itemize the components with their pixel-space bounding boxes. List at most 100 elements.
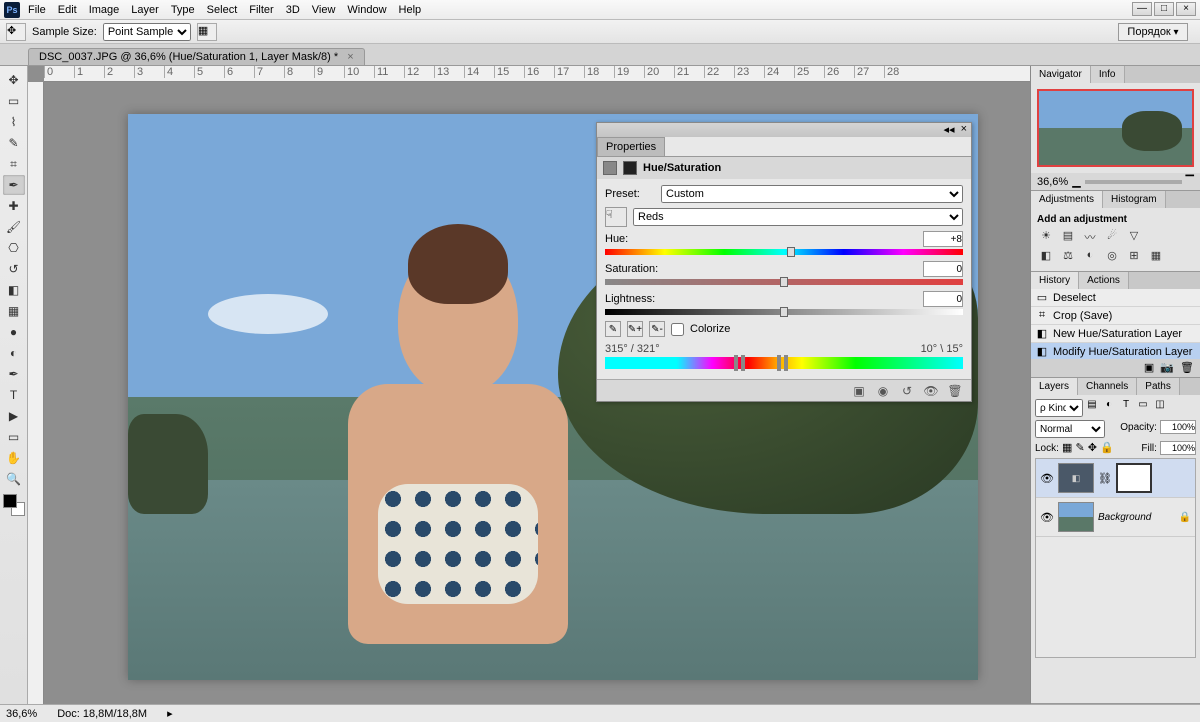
- color-swatch[interactable]: [3, 494, 25, 516]
- hue-value[interactable]: [923, 231, 963, 247]
- navigator-thumbnail[interactable]: [1037, 89, 1194, 167]
- shape-tool[interactable]: ▭: [3, 427, 25, 447]
- histogram-tab[interactable]: Histogram: [1103, 191, 1166, 208]
- visibility-icon[interactable]: 👁: [923, 384, 939, 398]
- nav-zoom-slider[interactable]: [1085, 180, 1182, 184]
- bw-icon[interactable]: ◐: [1081, 249, 1099, 265]
- menu-select[interactable]: Select: [207, 4, 238, 16]
- collapse-icon[interactable]: ◂◂: [944, 123, 955, 137]
- heal-tool[interactable]: ✚: [3, 196, 25, 216]
- channel-select[interactable]: Reds: [633, 208, 963, 226]
- levels-icon[interactable]: ▤: [1059, 229, 1077, 245]
- zoom-tool[interactable]: 🔍: [3, 469, 25, 489]
- window-close-button[interactable]: ×: [1176, 2, 1196, 16]
- window-minimize-button[interactable]: —: [1132, 2, 1152, 16]
- lightness-thumb[interactable]: [780, 307, 788, 317]
- filter-image-icon[interactable]: ▤: [1085, 399, 1099, 417]
- filter-shape-icon[interactable]: ▭: [1136, 399, 1150, 417]
- filter-smart-icon[interactable]: ◫: [1153, 399, 1167, 417]
- curves-icon[interactable]: 〰: [1081, 229, 1099, 245]
- visibility-toggle[interactable]: 👁: [1040, 472, 1054, 485]
- lookup-icon[interactable]: ▦: [1147, 249, 1165, 265]
- filter-type-icon[interactable]: T: [1119, 399, 1133, 417]
- marquee-tool[interactable]: ▭: [3, 91, 25, 111]
- document-tab[interactable]: DSC_0037.JPG @ 36,6% (Hue/Saturation 1, …: [28, 48, 365, 65]
- menu-edit[interactable]: Edit: [58, 4, 77, 16]
- hue-slider[interactable]: [605, 249, 963, 255]
- clip-to-layer-icon[interactable]: ▣: [851, 384, 867, 398]
- status-arrow-icon[interactable]: ▸: [167, 707, 173, 720]
- close-panel-icon[interactable]: ×: [961, 123, 967, 137]
- quick-select-tool[interactable]: ✎: [3, 133, 25, 153]
- menu-help[interactable]: Help: [399, 4, 422, 16]
- reset-icon[interactable]: ↺: [899, 384, 915, 398]
- delete-icon[interactable]: 🗑: [947, 384, 963, 398]
- opacity-value[interactable]: [1160, 420, 1196, 434]
- snapshot-icon[interactable]: ▣: [1144, 361, 1154, 375]
- adjustments-tab[interactable]: Adjustments: [1031, 191, 1103, 208]
- colorize-checkbox[interactable]: [671, 323, 684, 336]
- lock-paint-icon[interactable]: ✎: [1075, 442, 1084, 454]
- close-tab-icon[interactable]: ×: [347, 51, 353, 63]
- zoom-out-icon[interactable]: ▁: [1072, 175, 1080, 188]
- saturation-slider[interactable]: [605, 279, 963, 285]
- lock-all-icon[interactable]: 🔒: [1100, 442, 1114, 454]
- gradient-tool[interactable]: ▦: [3, 301, 25, 321]
- eraser-tool[interactable]: ◧: [3, 280, 25, 300]
- paths-tab[interactable]: Paths: [1137, 378, 1180, 395]
- eyedropper-tool[interactable]: ✒: [3, 175, 25, 195]
- history-tab[interactable]: History: [1031, 272, 1079, 289]
- saturation-value[interactable]: [923, 261, 963, 277]
- menu-file[interactable]: File: [28, 4, 46, 16]
- fg-color[interactable]: [3, 494, 17, 508]
- layer-mask-thumbnail[interactable]: [1116, 463, 1152, 493]
- layer-row[interactable]: 👁 Background 🔒: [1036, 498, 1195, 537]
- current-tool-icon[interactable]: ✥: [6, 23, 26, 41]
- sample-layers-icon[interactable]: ▦: [197, 23, 217, 41]
- panel-titlebar[interactable]: ◂◂ ×: [597, 123, 971, 137]
- stamp-tool[interactable]: ⎔: [3, 238, 25, 258]
- photo-filter-icon[interactable]: ◎: [1103, 249, 1121, 265]
- type-tool[interactable]: T: [3, 385, 25, 405]
- menu-filter[interactable]: Filter: [249, 4, 273, 16]
- layers-tab[interactable]: Layers: [1031, 378, 1078, 395]
- prev-state-icon[interactable]: ◉: [875, 384, 891, 398]
- layer-row[interactable]: 👁 ◧ ⛓: [1036, 459, 1195, 498]
- zoom-in-icon[interactable]: ▔: [1186, 175, 1194, 188]
- workspace-switcher[interactable]: Порядок ▾: [1118, 23, 1188, 41]
- layer-name[interactable]: Background: [1098, 512, 1151, 523]
- saturation-thumb[interactable]: [780, 277, 788, 287]
- blend-mode-select[interactable]: Normal: [1035, 420, 1105, 438]
- preset-select[interactable]: Custom: [661, 185, 963, 203]
- hue-range-bar[interactable]: [605, 357, 963, 369]
- lock-trans-icon[interactable]: ▦: [1062, 442, 1072, 454]
- layer-thumbnail[interactable]: [1058, 502, 1094, 532]
- history-item[interactable]: ⌗Crop (Save): [1031, 307, 1200, 325]
- eyedropper-icon[interactable]: ✎: [605, 321, 621, 337]
- lock-pos-icon[interactable]: ✥: [1088, 442, 1097, 454]
- nav-zoom-value[interactable]: 36,6%: [1037, 176, 1068, 188]
- history-item[interactable]: ◧New Hue/Saturation Layer: [1031, 325, 1200, 343]
- menu-3d[interactable]: 3D: [286, 4, 300, 16]
- channel-mixer-icon[interactable]: ⊞: [1125, 249, 1143, 265]
- vibrance-icon[interactable]: ▽: [1125, 229, 1143, 245]
- layer-thumbnail[interactable]: ◧: [1058, 463, 1094, 493]
- history-item[interactable]: ◧Modify Hue/Saturation Layer: [1031, 343, 1200, 359]
- dodge-tool[interactable]: ◐: [3, 343, 25, 363]
- info-tab[interactable]: Info: [1091, 66, 1125, 83]
- eyedropper-add-icon[interactable]: ✎+: [627, 321, 643, 337]
- hue-icon[interactable]: ◧: [1037, 249, 1055, 265]
- blur-tool[interactable]: ●: [3, 322, 25, 342]
- balance-icon[interactable]: ⚖: [1059, 249, 1077, 265]
- history-brush-tool[interactable]: ↺: [3, 259, 25, 279]
- eyedropper-subtract-icon[interactable]: ✎-: [649, 321, 665, 337]
- window-maximize-button[interactable]: □: [1154, 2, 1174, 16]
- menu-image[interactable]: Image: [89, 4, 120, 16]
- hand-tool[interactable]: ✋: [3, 448, 25, 468]
- filter-adj-icon[interactable]: ◐: [1102, 399, 1116, 417]
- scrubby-icon[interactable]: ☟: [605, 207, 627, 227]
- status-zoom[interactable]: 36,6%: [6, 708, 37, 720]
- properties-tab[interactable]: Properties: [597, 137, 665, 156]
- menu-layer[interactable]: Layer: [131, 4, 159, 16]
- channels-tab[interactable]: Channels: [1078, 378, 1137, 395]
